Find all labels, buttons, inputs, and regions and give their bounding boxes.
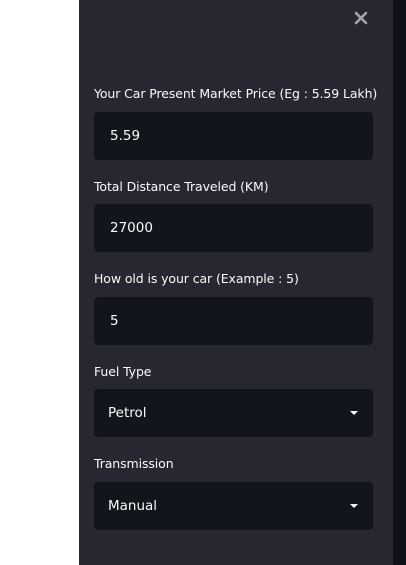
main-area-edge bbox=[393, 0, 406, 565]
fuel-type-selected-value: Petrol bbox=[108, 405, 147, 421]
age-input[interactable] bbox=[94, 297, 373, 345]
transmission-select[interactable]: Manual bbox=[94, 482, 373, 530]
fuel-type-select[interactable]: Petrol bbox=[94, 389, 373, 437]
price-input[interactable] bbox=[94, 112, 373, 160]
transmission-label: Transmission bbox=[94, 456, 174, 471]
distance-input[interactable] bbox=[94, 204, 373, 252]
page: Your Car Present Market Price (Eg : 5.59… bbox=[0, 0, 406, 565]
age-label: How old is your car (Example : 5) bbox=[94, 271, 299, 286]
price-label: Your Car Present Market Price (Eg : 5.59… bbox=[94, 86, 378, 101]
close-icon bbox=[354, 11, 368, 25]
distance-field-box bbox=[94, 204, 373, 252]
chevron-down-icon bbox=[349, 410, 359, 416]
close-sidebar-button[interactable] bbox=[351, 8, 371, 28]
distance-label: Total Distance Traveled (KM) bbox=[94, 179, 269, 194]
price-field-box bbox=[94, 112, 373, 160]
chevron-down-icon bbox=[349, 503, 359, 509]
fuel-type-label: Fuel Type bbox=[94, 364, 152, 379]
sidebar: Your Car Present Market Price (Eg : 5.59… bbox=[79, 0, 393, 565]
transmission-selected-value: Manual bbox=[108, 498, 158, 514]
age-field-box bbox=[94, 297, 373, 345]
